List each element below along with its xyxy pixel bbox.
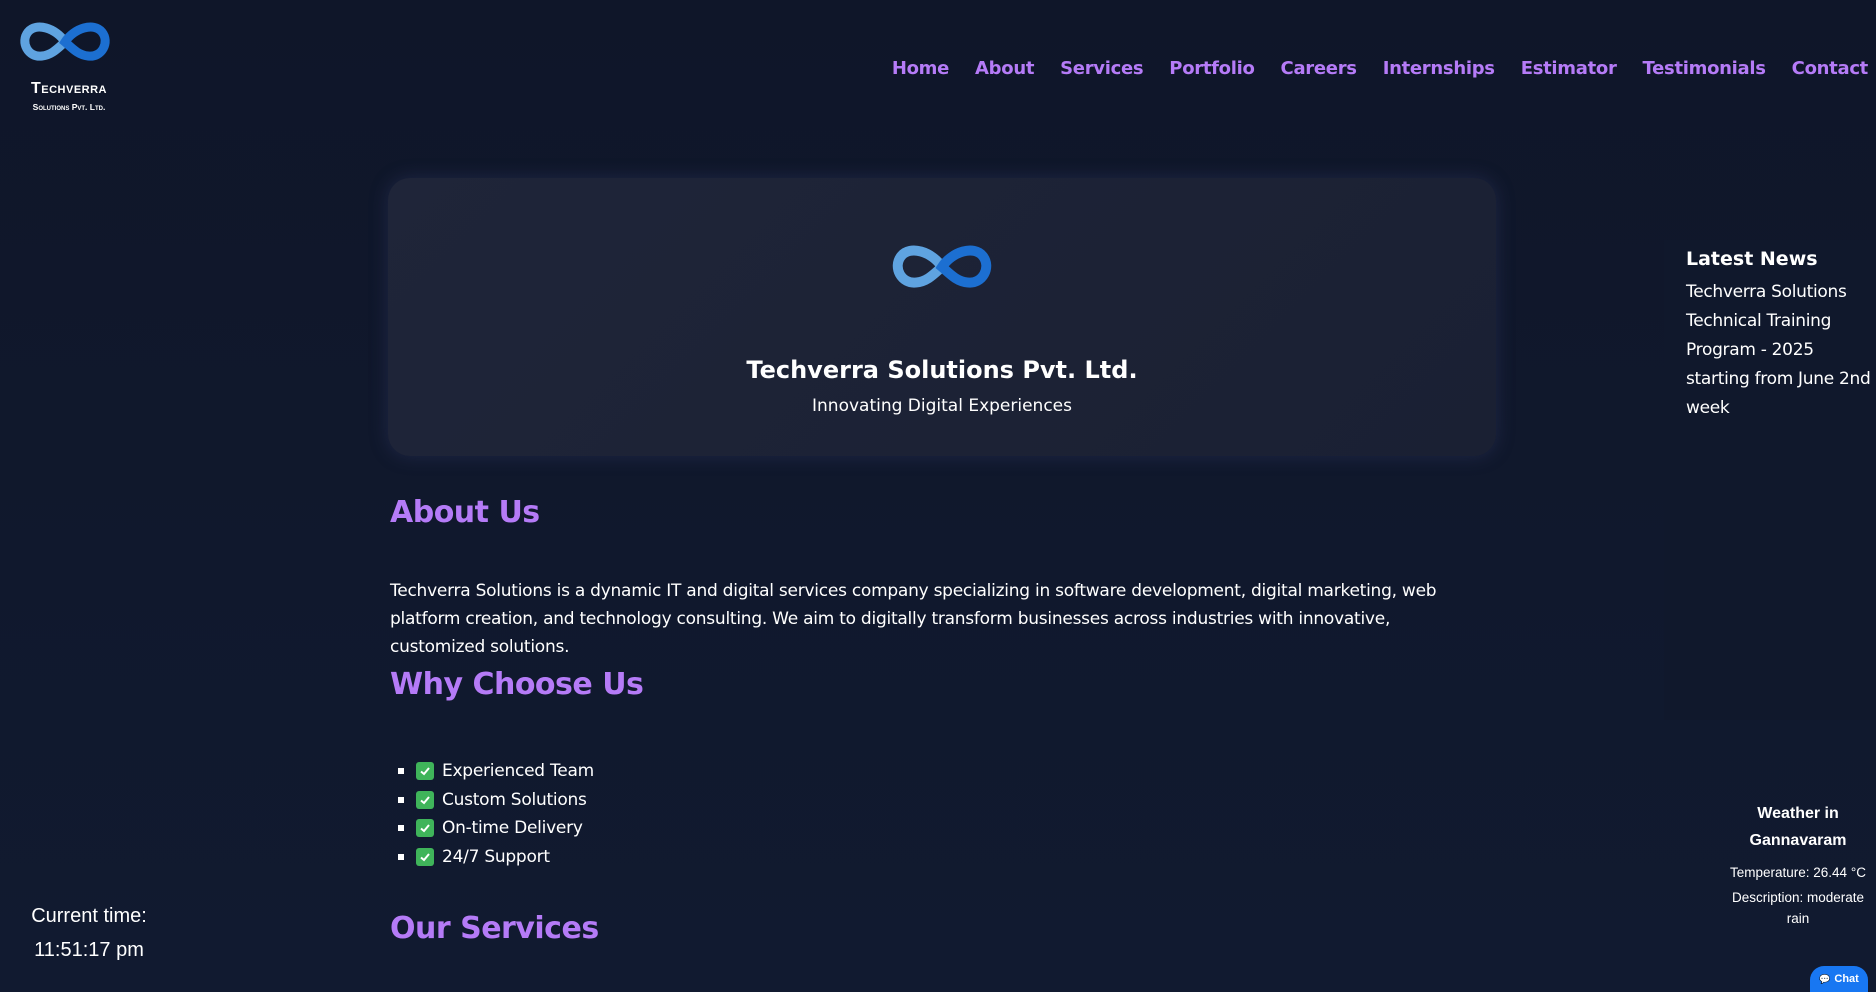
nav-internships[interactable]: Internships (1383, 58, 1495, 79)
about-heading: About Us (390, 495, 540, 530)
bullet-icon (398, 825, 404, 832)
nav-home[interactable]: Home (892, 58, 950, 79)
hero-subtitle: Innovating Digital Experiences (812, 396, 1072, 416)
nav-contact[interactable]: Contact (1792, 58, 1869, 79)
clock-value: 11:51:17 pm (34, 939, 144, 961)
bullet-icon (398, 796, 404, 803)
checkmark-icon (416, 847, 434, 866)
nav-services[interactable]: Services (1060, 58, 1143, 79)
clock-label: Current time: (31, 905, 147, 927)
news-title: Latest News (1686, 248, 1818, 270)
checkmark-icon (416, 790, 434, 809)
infinity-logo-icon (20, 22, 110, 61)
infinity-logo-icon (892, 245, 992, 288)
clock-widget: Current time: 11:51:17 pm (16, 900, 162, 966)
nav-careers[interactable]: Careers (1281, 58, 1357, 79)
checkmark-icon (416, 762, 434, 781)
logo-brand-subtitle: Solutions Pvt. Ltd. (32, 102, 106, 112)
checkmark-icon (416, 819, 434, 838)
list-item: On-time Delivery (390, 814, 594, 843)
list-item: Experienced Team (390, 757, 594, 786)
latest-news-panel: Latest News Techverra Solutions Technica… (1664, 240, 1876, 720)
chat-label: Chat (1834, 973, 1859, 985)
nav-testimonials[interactable]: Testimonials (1643, 58, 1766, 79)
list-item: Custom Solutions (390, 786, 594, 815)
bullet-icon (398, 768, 404, 775)
bullet-icon (398, 853, 404, 860)
why-item-label: Custom Solutions (442, 789, 587, 810)
about-text: Techverra Solutions is a dynamic IT and … (390, 581, 1437, 657)
why-item-label: 24/7 Support (442, 846, 550, 867)
chat-bubble-icon: 💬 (1819, 973, 1831, 984)
logo-brand-name: Techverra (30, 80, 107, 97)
weather-description: Description: moderate rain (1731, 890, 1865, 926)
nav-about[interactable]: About (975, 58, 1034, 79)
services-heading: Our Services (390, 911, 599, 946)
weather-title: Weather in Gannavaram (1749, 805, 1847, 849)
news-body: Techverra Solutions Technical Training P… (1686, 282, 1871, 418)
hero-title: Techverra Solutions Pvt. Ltd. (746, 356, 1138, 384)
why-item-label: On-time Delivery (442, 818, 583, 838)
why-choose-list: Experienced Team Custom Solutions On-tim… (390, 757, 594, 871)
nav-portfolio[interactable]: Portfolio (1169, 58, 1255, 79)
site-logo[interactable]: Techverra Solutions Pvt. Ltd. (14, 18, 124, 118)
list-item: 24/7 Support (390, 843, 594, 872)
weather-widget: Weather in Gannavaram Temperature: 26.44… (1720, 800, 1876, 929)
chat-button[interactable]: 💬 Chat (1810, 966, 1868, 992)
nav-estimator[interactable]: Estimator (1521, 58, 1617, 79)
why-item-label: Experienced Team (442, 761, 594, 781)
weather-temperature: Temperature: 26.44 °C (1730, 865, 1866, 880)
why-choose-heading: Why Choose Us (390, 667, 644, 702)
main-nav: Home About Services Portfolio Careers In… (866, 58, 1868, 79)
hero-card: Techverra Solutions Pvt. Ltd. Innovating… (388, 178, 1496, 456)
